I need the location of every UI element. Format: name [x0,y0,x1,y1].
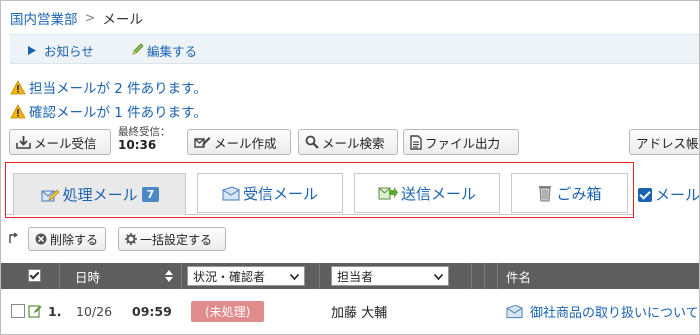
app-frame: 国内営業部 > メール お知らせ 編集する 担当メールが 2 件あります。 確認… [0,0,700,335]
address-book-button[interactable]: アドレス帳 [629,129,699,155]
checkbox-checked[interactable] [638,187,652,202]
export-file-button[interactable]: ファイル出力 [403,129,519,155]
compose-icon [194,135,211,149]
sort-icon[interactable] [165,263,173,289]
search-icon [305,135,319,149]
alert-assigned-mail[interactable]: 担当メールが 2 件あります。 [10,77,207,97]
table-row[interactable]: 1. 10/26 09:59 (未処理) 加藤 大輔 御社商品の取り扱いについて [1,292,699,330]
edit-status-icon [28,292,42,330]
document-icon [410,134,422,150]
mail-filter-checkbox[interactable]: メール [638,184,700,205]
breadcrumb-current: メール [102,12,143,28]
last-received-time: 10:36 [118,138,157,152]
delete-button[interactable]: 削除する [28,227,106,251]
breadcrumb: 国内営業部 > メール [10,8,143,29]
highlight-box [5,162,634,218]
receive-mail-button[interactable]: メール受信 [9,129,111,155]
bulk-settings-label: 一括設定する [140,232,213,247]
mail-filter-label: メール [655,186,700,204]
breadcrumb-link-department[interactable]: 国内営業部 [10,8,78,28]
bulk-settings-button[interactable]: 一括設定する [118,227,226,251]
select-all-checkbox[interactable] [28,269,41,282]
warning-icon [10,103,26,118]
row-checkbox[interactable] [11,292,25,330]
row-date: 10/26 [76,303,113,319]
search-mail-label: メール検索 [322,135,385,151]
export-file-label: ファイル出力 [425,135,501,151]
address-book-label: アドレス帳 [636,135,699,151]
search-mail-button[interactable]: メール検索 [298,129,398,155]
edit-notice-label: 編集する [147,44,198,59]
last-received-info: 最終受信： 10:36 [118,126,171,152]
gear-icon [125,233,137,245]
assignee-filter-select[interactable]: 担当者 [331,266,449,286]
delete-label: 削除する [50,232,99,247]
notice-bar: お知らせ 編集する [10,34,699,64]
column-date-label: 日時 [75,269,101,285]
alert-text: 確認メールが 1 件あります。 [29,105,207,121]
status-filter-select[interactable]: 状況・確認者 [187,266,305,286]
alert-check-mail[interactable]: 確認メールが 1 件あります。 [10,101,207,121]
row-time: 09:59 [132,303,172,319]
status-badge: (未処理) [191,300,265,322]
row-assignee: 加藤 大輔 [331,305,388,321]
table-header: 日時 状況・確認者 担当者 件名 [1,263,699,289]
row-subject-link[interactable]: 御社商品の取り扱いについて [530,292,699,330]
triangle-right-icon [28,43,36,58]
chevron-down-icon [289,269,300,283]
pencil-icon [131,42,145,59]
assignee-filter-value: 担当者 [337,269,374,284]
status-cell: (未処理) [191,292,265,330]
warning-icon [10,79,26,94]
breadcrumb-separator: > [84,10,96,26]
receive-mail-label: メール受信 [34,135,97,151]
mail-icon [506,292,523,330]
compose-mail-button[interactable]: メール作成 [187,129,291,155]
delete-icon [35,233,47,245]
row-number: 1. [48,303,62,319]
notice-label: お知らせ [44,44,94,59]
chevron-down-icon [433,269,444,283]
status-filter-value: 状況・確認者 [193,269,266,284]
select-arrow-icon [8,232,19,248]
last-received-label: 最終受信： [118,126,171,138]
download-tray-icon [16,135,31,149]
column-subject-label: 件名 [506,269,532,285]
column-subject[interactable]: 件名 [506,263,531,289]
edit-notice-link[interactable]: 編集する [131,41,197,60]
column-date[interactable]: 日時 [75,263,100,289]
alert-text: 担当メールが 2 件あります。 [29,81,207,97]
notice-toggle[interactable]: お知らせ [28,41,94,60]
compose-mail-label: メール作成 [214,135,277,151]
